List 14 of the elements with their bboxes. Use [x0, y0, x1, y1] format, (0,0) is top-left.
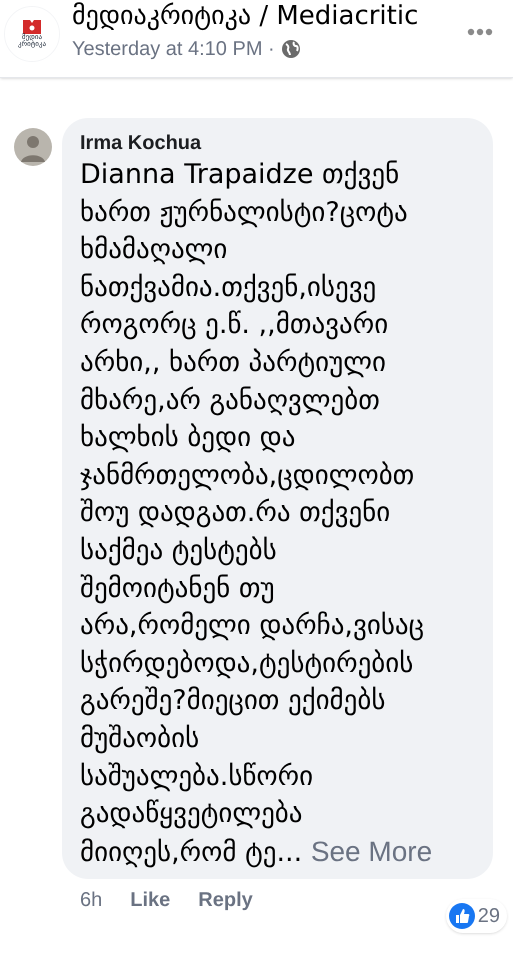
comment-action-button[interactable]: Reply	[198, 885, 253, 916]
comment-text: Dianna Trapaidze თქვენ ხართ ჟურნალისტი?ცოტა ხმამაღალი ნათქვამია.თქვენ,ისევე როგორც ე.წ. ,,მთავარი არხი,, ხართ პარტიული მხარე,არ განაღვლებთ ხალხის ბედი და ჯანმრთელობა,ცდილობთ შოუ დადგათ.რა თქვენი საქმეა ტესტებს შემოიტანენ თუ არა,რომელი დარჩა,ვისაც სჭირდებოდა,ტესტირების გარეშე?მიეცით ექიმებს მუშაობის საშუალება.სწორი გადაწყვეტილება მიიღეს,რომ ტე... See More	[80, 158, 434, 870]
post-time: Yesterday at 4:10 PM ·	[72, 37, 275, 62]
avatar	[14, 128, 52, 166]
page-name[interactable]: მედიაკრიტიკა / Mediacritic	[72, 0, 467, 32]
like-icon	[448, 903, 475, 930]
globe-icon	[280, 39, 301, 59]
comment-time: 6h	[80, 888, 102, 914]
author-name[interactable]: Irma Kochua	[80, 130, 483, 156]
logo-icon	[23, 20, 41, 34]
more-icon[interactable]	[467, 28, 493, 36]
reaction-count[interactable]: 29	[446, 899, 507, 934]
see-more-link[interactable]: See More	[310, 836, 432, 867]
comment-action-button[interactable]: Like	[130, 885, 170, 916]
